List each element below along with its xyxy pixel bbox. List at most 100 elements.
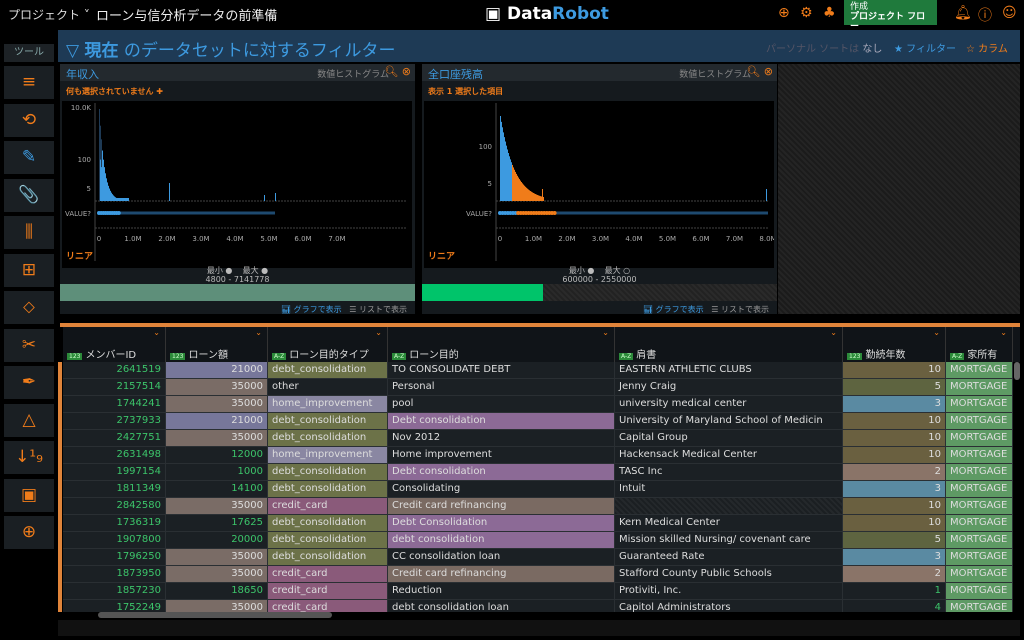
table-cell[interactable]: MORTGAGE	[946, 566, 1013, 582]
table-cell[interactable]: MORTGAGE	[946, 515, 1013, 531]
chevron-down-icon[interactable]: ⌄	[153, 328, 160, 337]
selection-status[interactable]: 何も選択されていません ✚	[66, 86, 163, 97]
table-cell[interactable]: debt_consolidation	[268, 430, 388, 446]
table-cell[interactable]: MORTGAGE	[946, 413, 1013, 429]
attach-icon[interactable]: 📎	[4, 178, 54, 212]
table-row[interactable]: 2737933 21000 debt_consolidation Debt conso…	[63, 413, 1013, 430]
column-button[interactable]: ☆ カラム	[966, 40, 1008, 55]
table-cell[interactable]: Jenny Craig	[615, 379, 843, 395]
table-cell[interactable]: 35000	[166, 430, 268, 446]
shapes-icon[interactable]: △	[4, 403, 54, 437]
cut-icon[interactable]: ✂	[4, 328, 54, 362]
table-cell[interactable]: 1997154	[63, 464, 166, 480]
table-cell[interactable]: debt_consolidation	[268, 515, 388, 531]
table-cell[interactable]	[615, 498, 843, 514]
column-header[interactable]: ⌄ 123 勤続年数	[843, 327, 946, 362]
table-row[interactable]: 1796250 35000 debt_consolidation CC consoli…	[63, 549, 1013, 566]
add-location-icon[interactable]: ⊕	[4, 516, 54, 549]
table-cell[interactable]: Consolidating	[388, 481, 615, 497]
table-cell[interactable]: home_improvement	[268, 447, 388, 463]
table-row[interactable]: 1873950 35000 credit_card Credit card refin…	[63, 566, 1013, 583]
project-flow-button[interactable]: 作成 プロジェクト フロー	[844, 0, 937, 32]
history-icon[interactable]: ⟲	[4, 103, 54, 137]
table-cell[interactable]: Home improvement	[388, 447, 615, 463]
list-view-button[interactable]: ☰ リストで表示	[711, 305, 769, 314]
table-cell[interactable]: Debt consolidation	[388, 464, 615, 480]
table-cell[interactable]: 2427751	[63, 430, 166, 446]
table-cell[interactable]: 10	[843, 447, 946, 463]
table-cell[interactable]: 1907800	[63, 532, 166, 548]
table-cell[interactable]: 1873950	[63, 566, 166, 582]
column-header[interactable]: ⌄ A-Z ローン目的タイプ	[268, 327, 388, 362]
table-cell[interactable]: 4	[843, 600, 946, 612]
robot-icon[interactable]: ▣	[4, 478, 54, 512]
transform-icon[interactable]: ⬦	[4, 291, 54, 324]
table-cell[interactable]: 5	[843, 379, 946, 395]
table-cell[interactable]: Credit card refinancing	[388, 566, 615, 582]
table-cell[interactable]: 35000	[166, 379, 268, 395]
chevron-down-icon[interactable]: ⌄	[602, 328, 609, 337]
column-header[interactable]: ⌄ 123 メンバーID	[63, 327, 166, 362]
table-cell[interactable]: other	[268, 379, 388, 395]
dropper-icon[interactable]: ✒	[4, 366, 54, 399]
table-cell[interactable]: 2641519	[63, 362, 166, 378]
table-cell[interactable]: Reduction	[388, 583, 615, 599]
user-icon[interactable]: ☺	[1002, 5, 1017, 21]
table-cell[interactable]: 2157514	[63, 379, 166, 395]
chevron-down-icon[interactable]: ⌄	[255, 328, 262, 337]
table-cell[interactable]: CC consolidation loan	[388, 549, 615, 565]
table-cell[interactable]: TO CONSOLIDATE DEBT	[388, 362, 615, 378]
table-cell[interactable]: debt_consolidation	[268, 413, 388, 429]
table-cell[interactable]: MORTGAGE	[946, 379, 1013, 395]
table-cell[interactable]: 21000	[166, 413, 268, 429]
chevron-down-icon[interactable]: ⌄	[1000, 328, 1007, 337]
table-cell[interactable]: EASTERN ATHLETIC CLUBS	[615, 362, 843, 378]
table-row[interactable]: 1997154 1000 debt_consolidation Debt consol…	[63, 464, 1013, 481]
table-cell[interactable]: 35000	[166, 396, 268, 412]
info-icon[interactable]: ⓘ	[978, 5, 992, 25]
table-cell[interactable]: Capital Group	[615, 430, 843, 446]
table-cell[interactable]: 21000	[166, 362, 268, 378]
bell-icon[interactable]: 🔔︎	[954, 5, 972, 21]
table-cell[interactable]: Hackensack Medical Center	[615, 447, 843, 463]
table-cell[interactable]: MORTGAGE	[946, 396, 1013, 412]
table-row[interactable]: 1857230 18650 credit_card Reduction Protivit…	[63, 583, 1013, 600]
table-cell[interactable]: 35000	[166, 566, 268, 582]
table-cell[interactable]: 17625	[166, 515, 268, 531]
table-row[interactable]: 1736319 17625 debt_consolidation Debt Conso…	[63, 515, 1013, 532]
table-cell[interactable]: credit_card	[268, 583, 388, 599]
list-view-button[interactable]: ☰ リストで表示	[349, 305, 407, 314]
horizontal-scrollbar[interactable]	[98, 612, 332, 618]
selection-bar[interactable]	[60, 284, 415, 301]
column-header[interactable]: ⌄ A-Z 家所有	[946, 327, 1013, 362]
table-cell[interactable]: 2631498	[63, 447, 166, 463]
selection-bar[interactable]	[422, 284, 777, 301]
table-cell[interactable]: Debt consolidation	[388, 413, 615, 429]
table-cell[interactable]: MORTGAGE	[946, 532, 1013, 548]
table-cell[interactable]: 1857230	[63, 583, 166, 599]
table-cell[interactable]: credit_card	[268, 566, 388, 582]
table-cell[interactable]: 14100	[166, 481, 268, 497]
calculator-icon[interactable]: ⊞	[4, 253, 54, 287]
histogram-plot[interactable]: 10.0K 100 5 VALUE? 0 1.0M 2.0M 3.0M 4.0M 5.0M 6.0M…	[62, 101, 412, 268]
table-cell[interactable]: Stafford County Public Schools	[615, 566, 843, 582]
graph-view-button[interactable]: 📊︎ グラフで表示	[281, 305, 342, 314]
edit-icon[interactable]: ✎	[4, 141, 54, 174]
table-cell[interactable]: MORTGAGE	[946, 464, 1013, 480]
table-cell[interactable]: pool	[388, 396, 615, 412]
table-row[interactable]: 2641519 21000 debt_consolidation TO CONSOLI…	[63, 362, 1013, 379]
graph-view-button[interactable]: 📊︎ グラフで表示	[643, 305, 704, 314]
table-cell[interactable]: 1744241	[63, 396, 166, 412]
table-cell[interactable]: Protiviti, Inc.	[615, 583, 843, 599]
table-cell[interactable]: 12000	[166, 447, 268, 463]
table-cell[interactable]: MORTGAGE	[946, 498, 1013, 514]
table-cell[interactable]: 3	[843, 549, 946, 565]
histogram-plot[interactable]: 100 5 VALUE? 0 1.0M 2.0M 3.0M 4.0M 5.0M 6.0M 7.0M 8…	[424, 101, 777, 268]
table-cell[interactable]: 2842580	[63, 498, 166, 514]
table-cell[interactable]: Debt Consolidation	[388, 515, 615, 531]
table-cell[interactable]: 35000	[166, 600, 268, 612]
table-cell[interactable]: Credit card refinancing	[388, 498, 615, 514]
table-cell[interactable]: 10	[843, 413, 946, 429]
table-row[interactable]: 1811349 14100 debt_consolidation Consolidat…	[63, 481, 1013, 498]
table-cell[interactable]: 2737933	[63, 413, 166, 429]
